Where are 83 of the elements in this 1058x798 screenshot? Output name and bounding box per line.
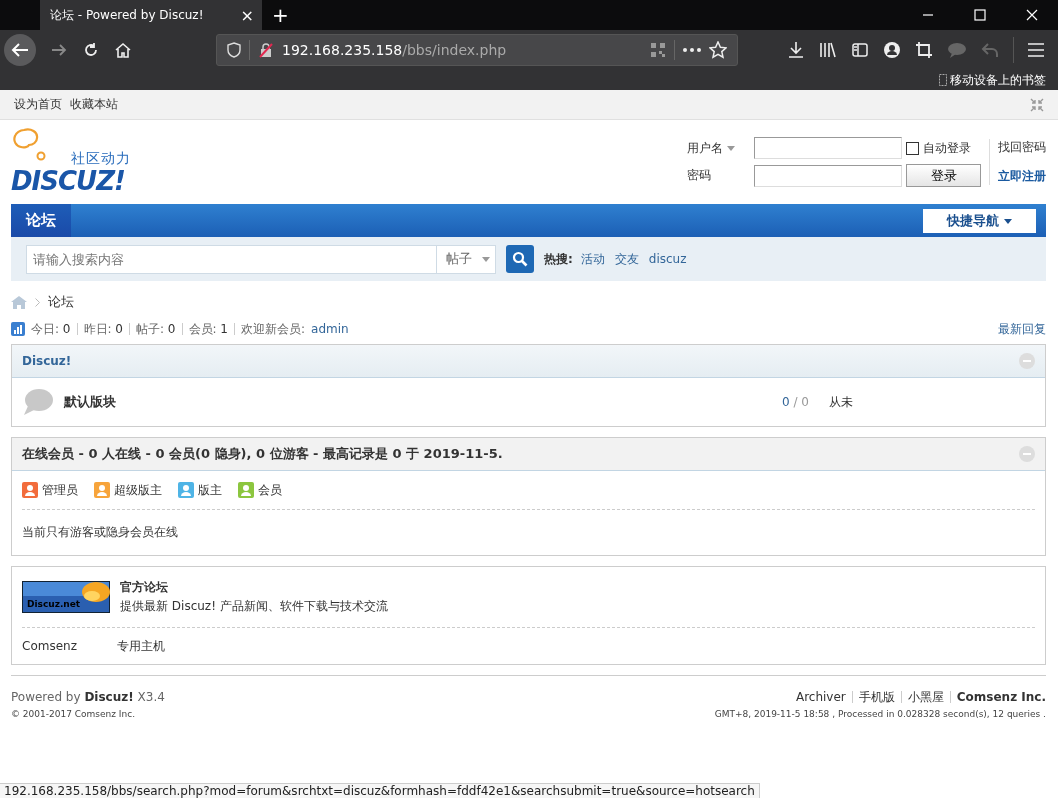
register-link[interactable]: 立即注册 [998, 168, 1046, 185]
close-tab-button[interactable]: × [240, 5, 254, 25]
close-icon[interactable] [1026, 9, 1038, 21]
password-label: 密码 [687, 167, 712, 184]
folder-icon [939, 74, 947, 86]
stat-item: 会员: 1 [188, 320, 228, 338]
footer-link[interactable]: 手机版 [858, 688, 895, 706]
latest-replies-link[interactable]: 最新回复 [998, 320, 1046, 338]
password-field[interactable] [754, 164, 902, 187]
discuz-logo[interactable]: 社区动力 DISCUZ! [11, 128, 143, 196]
stat-item: 帖子: 0 [136, 320, 176, 338]
legend-label: 超级版主 [114, 481, 162, 499]
forgot-password-link[interactable]: 找回密码 [998, 139, 1046, 156]
tab-title: 论坛 - Powered by Discuz! [50, 6, 205, 24]
hot-search-label: 热搜: [544, 250, 573, 268]
footer-link[interactable]: 小黑屋 [907, 688, 944, 706]
browser-tab[interactable]: 论坛 - Powered by Discuz! × [40, 0, 262, 30]
login-button[interactable]: 登录 [906, 164, 981, 187]
more-icon[interactable] [683, 48, 701, 52]
nav-tab[interactable]: 论坛 [11, 204, 71, 237]
online-title: 在线会员 - 0 人在线 - 0 会员(0 隐身), 0 位游客 - 最高记录是 0 于 2019-11-5. [22, 445, 503, 463]
footer-link[interactable]: Archiver [795, 690, 846, 704]
library-icon[interactable] [819, 41, 837, 59]
caret-icon [482, 256, 490, 262]
new-tab-button[interactable]: + [272, 3, 289, 27]
forum-counts: 0 / 0 [782, 395, 809, 409]
last-post: 从未 [829, 393, 854, 411]
shield-icon [227, 42, 241, 58]
breadcrumb-link[interactable]: 论坛 [48, 293, 74, 311]
reload-icon[interactable] [82, 41, 100, 59]
stat-item: 昨日: 0 [83, 320, 123, 338]
download-icon[interactable] [787, 41, 805, 59]
collapse-icon[interactable] [1030, 97, 1044, 112]
caret-icon [1003, 218, 1012, 224]
featured-link-title[interactable]: 官方论坛 [120, 579, 388, 596]
stat-item: 今日: 0 [31, 320, 71, 338]
username-field[interactable] [754, 137, 902, 159]
legend-label: 版主 [198, 481, 222, 499]
search-icon [512, 251, 528, 267]
chart-icon [11, 322, 25, 336]
username-label[interactable]: 用户名 [687, 139, 754, 157]
bookmarks-folder[interactable]: 移动设备上的书签 [939, 70, 1046, 90]
friend-link[interactable]: Comsenz [22, 639, 77, 653]
footer-link[interactable]: Comsenz Inc. [956, 690, 1046, 704]
search-scope-dropdown[interactable]: 帖子 [436, 244, 496, 274]
friend-link[interactable]: 专用主机 [116, 637, 165, 655]
address-bar[interactable]: 192.168.235.158/bbs/index.php [216, 34, 738, 66]
welcome-label: 欢迎新会员: [241, 320, 306, 338]
new-member-link[interactable]: admin [311, 322, 349, 336]
url-text: 192.168.235.158/bbs/index.php [282, 42, 507, 58]
speech-bubble-icon [22, 388, 54, 416]
hot-search-link[interactable]: 交友 [614, 250, 639, 268]
featured-link-description: 提供最新 Discuz! 产品新闻、软件下载与技术交流 [120, 598, 388, 615]
powered-by: Powered by Discuz! X3.4 [11, 690, 165, 704]
banner-text: Discuz.net [27, 599, 81, 609]
top-link[interactable]: 设为首页 [14, 96, 62, 113]
back-icon[interactable] [4, 34, 36, 66]
crop-icon[interactable] [915, 41, 933, 59]
auto-login-checkbox[interactable]: 自动登录 [906, 139, 971, 157]
online-note: 当前只有游客或隐身会员在线 [21, 524, 179, 541]
star-icon[interactable] [709, 41, 727, 59]
copyright: © 2001-2017 Comsenz Inc. [11, 709, 136, 719]
search-field[interactable]: 请输入搜索内容 [26, 244, 436, 274]
hot-search-link[interactable]: 活动 [580, 250, 605, 268]
maximize-icon[interactable] [974, 9, 986, 21]
chevron-icon [35, 297, 40, 307]
forum-name[interactable]: 默认版块 [64, 393, 116, 411]
caret-icon[interactable] [726, 145, 735, 151]
processing-info: GMT+8, 2019-11-5 18:58 , Processed in 0.028328 second(s), 12 queries . [714, 709, 1046, 719]
menu-icon[interactable] [1028, 43, 1044, 57]
quick-nav-button[interactable]: 快捷导航 [923, 208, 1036, 233]
status-url: 192.168.235.158/bbs/search.php?mod=forum&srchtxt=discuz&formhash=fddf42e1&searchsubmit=true&source=hotsearch [0, 783, 760, 798]
search-button[interactable] [506, 245, 534, 273]
hot-search-link[interactable]: discuz [648, 252, 687, 266]
legend-label: 会员 [258, 481, 282, 499]
sidebar-icon[interactable] [851, 41, 869, 59]
legend-label: 管理员 [42, 481, 78, 499]
account-icon[interactable] [883, 41, 901, 59]
insecure-lock-icon [258, 42, 274, 58]
home-icon[interactable] [114, 41, 132, 59]
category-title[interactable]: Discuz! [22, 354, 72, 368]
qr-code-icon[interactable] [650, 42, 666, 58]
top-link[interactable]: 收藏本站 [70, 96, 118, 113]
